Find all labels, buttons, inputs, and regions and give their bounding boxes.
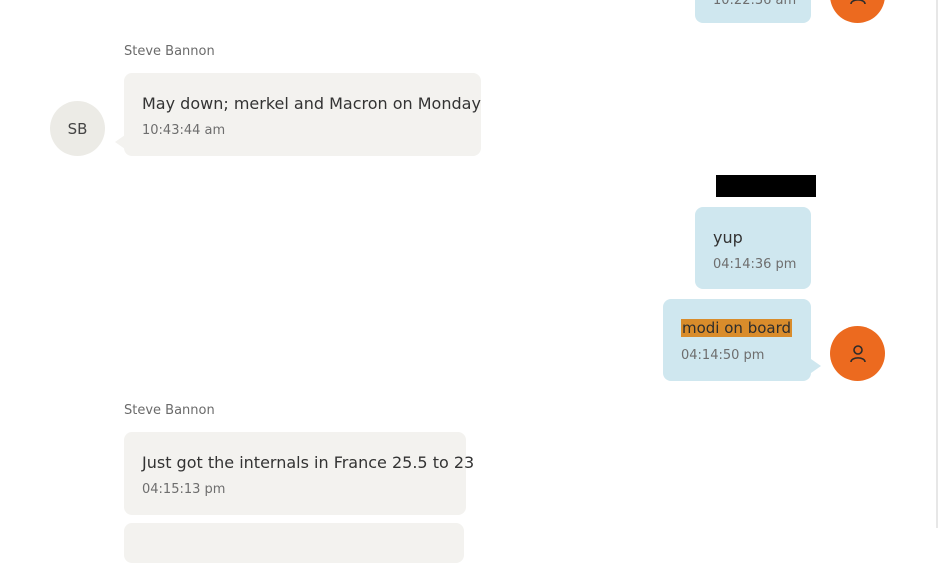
message-text: Just got the internals in France 25.5 to… [142, 453, 475, 472]
redacted-sender-name [716, 175, 816, 197]
message-timestamp: 04:15:13 pm [142, 482, 226, 497]
message-bubble [124, 523, 464, 563]
message-bubble: May down; merkel and Macron on Monday 10… [124, 73, 481, 156]
user-icon [849, 344, 866, 362]
highlighted-message-text: modi on board [681, 319, 793, 337]
avatar [830, 0, 885, 23]
avatar [830, 326, 885, 381]
message-timestamp: 10:22:36 am [713, 0, 797, 8]
message-text: May down; merkel and Macron on Monday [142, 94, 481, 113]
sender-name: Steve Bannon [124, 403, 215, 418]
message-bubble: yup 04:14:36 pm [695, 207, 811, 289]
sender-name: Steve Bannon [124, 44, 215, 59]
scrollbar-track[interactable] [936, 0, 938, 528]
message-bubble: Just got the internals in France 25.5 to… [124, 432, 474, 515]
message-bubble: 10:22:36 am [695, 0, 811, 23]
message-text: yup [713, 228, 743, 247]
message-timestamp: 04:14:50 pm [681, 348, 765, 363]
message-timestamp: 10:43:44 am [142, 123, 226, 138]
avatar: SB [50, 101, 105, 156]
user-icon [849, 0, 866, 4]
message-timestamp: 04:14:36 pm [713, 257, 797, 272]
avatar-initials: SB [67, 119, 88, 138]
bubble-tail [811, 359, 821, 373]
message-bubble: modi on board 04:14:50 pm [663, 299, 811, 381]
